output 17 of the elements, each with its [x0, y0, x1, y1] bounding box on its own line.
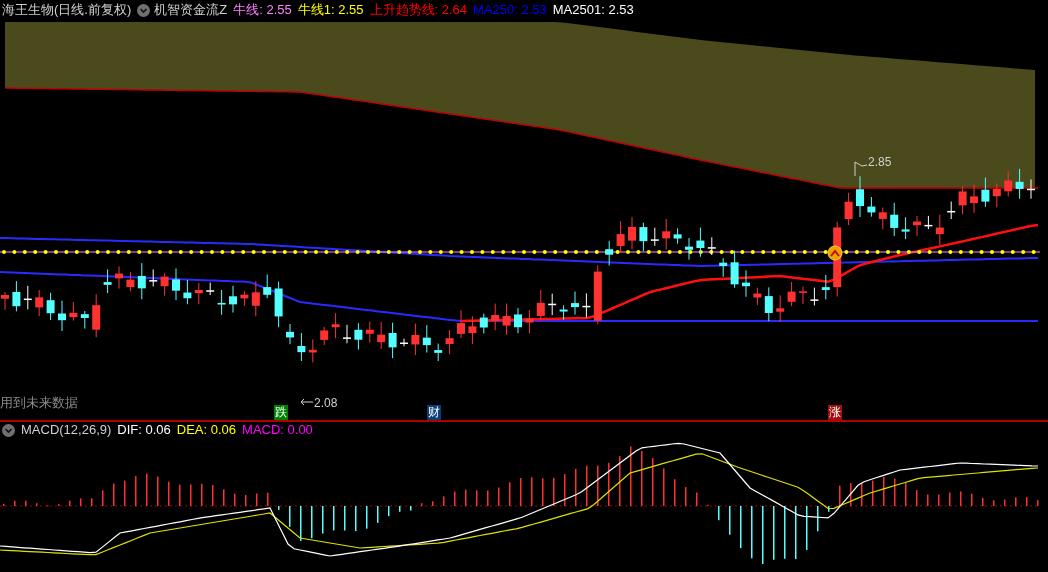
- event-marker: 涨: [828, 405, 842, 420]
- indicator-value: MACD: 0.00: [242, 421, 313, 440]
- stock-title: 海王生物(日线.前复权): [2, 1, 132, 20]
- indicator-value: DEA: 0.06: [176, 421, 237, 440]
- indicator-value: 牛线: 2.55: [233, 1, 292, 20]
- price-label: 2.85: [868, 154, 892, 171]
- indicator-value: 牛线1: 2.55: [297, 1, 364, 20]
- indicator-value: 上升趋势线: 2.64: [369, 1, 468, 20]
- price-label: 2.08: [314, 395, 338, 412]
- indicator-value: MA250: 2.53: [473, 1, 547, 20]
- event-marker: 跌: [274, 405, 288, 420]
- warning-text: 用到未来数据: [0, 394, 78, 412]
- indicator-value: DIF: 0.06: [117, 421, 171, 440]
- indicator-value: MA2501: 2.53: [552, 1, 634, 20]
- indicator-name: MACD(12,26,9): [21, 421, 112, 440]
- event-marker: 财: [427, 405, 441, 420]
- indicator-name: 机智资金流Z: [154, 1, 228, 20]
